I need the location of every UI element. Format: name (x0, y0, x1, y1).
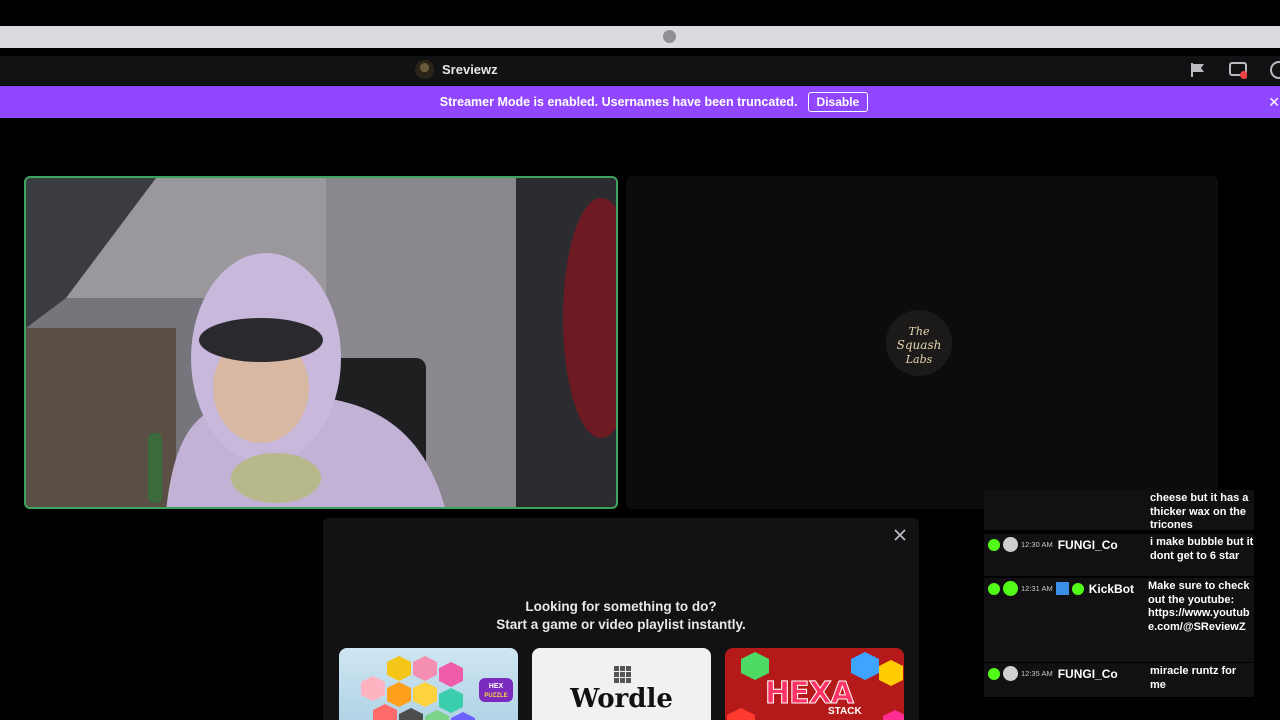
svg-text:HEX: HEX (489, 683, 504, 690)
chat-message: 12:31 AM KickBot Make sure to check out … (984, 578, 1254, 662)
channel-header[interactable]: Sreviewz (415, 60, 498, 79)
chat-message-text: i make bubble but it dont get to 6 star (1150, 536, 1254, 562)
user-avatar (1003, 537, 1018, 552)
stream-video-tile[interactable]: The Squash Labs (626, 176, 1218, 509)
chat-message: cheese but it has a thicker wax on the t… (984, 490, 1254, 531)
streamer-mode-banner: Streamer Mode is enabled. Usernames have… (0, 86, 1280, 118)
chat-timestamp: 12:31 AM (1021, 584, 1053, 593)
chat-username[interactable]: FUNGI_Co (1058, 538, 1118, 552)
wordle-title: Wordle (570, 684, 673, 714)
hex-puzzle-art: HEX PUZZLE (361, 656, 513, 720)
chat-message: 12:35 AM FUNGI_Co miracle runtz for me (984, 663, 1254, 697)
banner-close-icon[interactable]: ✕ (1268, 94, 1280, 111)
activity-heading: Looking for something to do? Start a gam… (323, 598, 919, 634)
svg-text:Squash: Squash (897, 338, 942, 352)
chat-message-text: cheese but it has a thicker wax on the t… (1150, 492, 1249, 531)
channel-avatar (415, 60, 434, 79)
game-card-hex-puzzle[interactable]: HEX PUZZLE (339, 648, 518, 720)
close-icon[interactable] (892, 527, 908, 543)
activity-launcher: Looking for something to do? Start a gam… (323, 518, 919, 720)
hexa-stack-subtitle: STACK (828, 706, 862, 717)
kick-badge-icon (988, 667, 1000, 680)
svg-text:PUZZLE: PUZZLE (484, 693, 507, 699)
help-icon[interactable] (1270, 61, 1280, 79)
verified-badge-icon (1071, 582, 1084, 595)
svg-text:The: The (909, 325, 930, 338)
webcam-image (26, 178, 616, 507)
chat-message-text: miracle runtz for me (1150, 665, 1237, 691)
scroll-knob[interactable] (663, 30, 676, 43)
game-card-wordle[interactable]: Wordle (532, 648, 711, 720)
kick-badge-icon (988, 538, 1000, 551)
chat-timestamp: 12:30 AM (1021, 540, 1053, 549)
webcam-video-tile[interactable] (24, 176, 618, 509)
chat-username[interactable]: FUNGI_Co (1058, 667, 1118, 681)
channel-name: Sreviewz (442, 62, 498, 77)
screen-share-icon[interactable] (1229, 61, 1247, 79)
disable-button[interactable]: Disable (807, 92, 869, 112)
browser-scroll-strip[interactable] (0, 26, 1280, 48)
chat-message-meta: 12:35 AM FUNGI_Co (988, 666, 1118, 681)
squash-labs-logo: The Squash Labs (886, 310, 952, 376)
chat-timestamp: 12:35 AM (1021, 669, 1053, 678)
chat-message-meta: 12:31 AM KickBot (988, 581, 1134, 596)
banner-message: Streamer Mode is enabled. Usernames have… (439, 95, 798, 109)
bot-badge-icon (1055, 582, 1069, 595)
user-avatar (1003, 666, 1018, 681)
title-bar: Sreviewz (0, 56, 1280, 85)
chat-message-text: Make sure to check out the youtube: http… (1148, 580, 1250, 633)
flag-icon[interactable] (1189, 61, 1207, 79)
chat-overlay: cheese but it has a thicker wax on the t… (984, 490, 1280, 720)
svg-text:Labs: Labs (905, 353, 933, 366)
activity-heading-line1: Looking for something to do? (525, 599, 717, 614)
kick-badge-icon (988, 582, 1000, 595)
bot-avatar (1003, 581, 1018, 596)
game-card-hexa-stack[interactable]: HEXA STACK (725, 648, 904, 720)
chat-username[interactable]: KickBot (1089, 582, 1134, 596)
chat-message-meta: 12:30 AM FUNGI_Co (988, 537, 1118, 552)
activity-heading-line2: Start a game or video playlist instantly… (496, 617, 746, 632)
chat-message: 12:30 AM FUNGI_Co i make bubble but it d… (984, 534, 1254, 576)
top-bar (0, 0, 1280, 26)
